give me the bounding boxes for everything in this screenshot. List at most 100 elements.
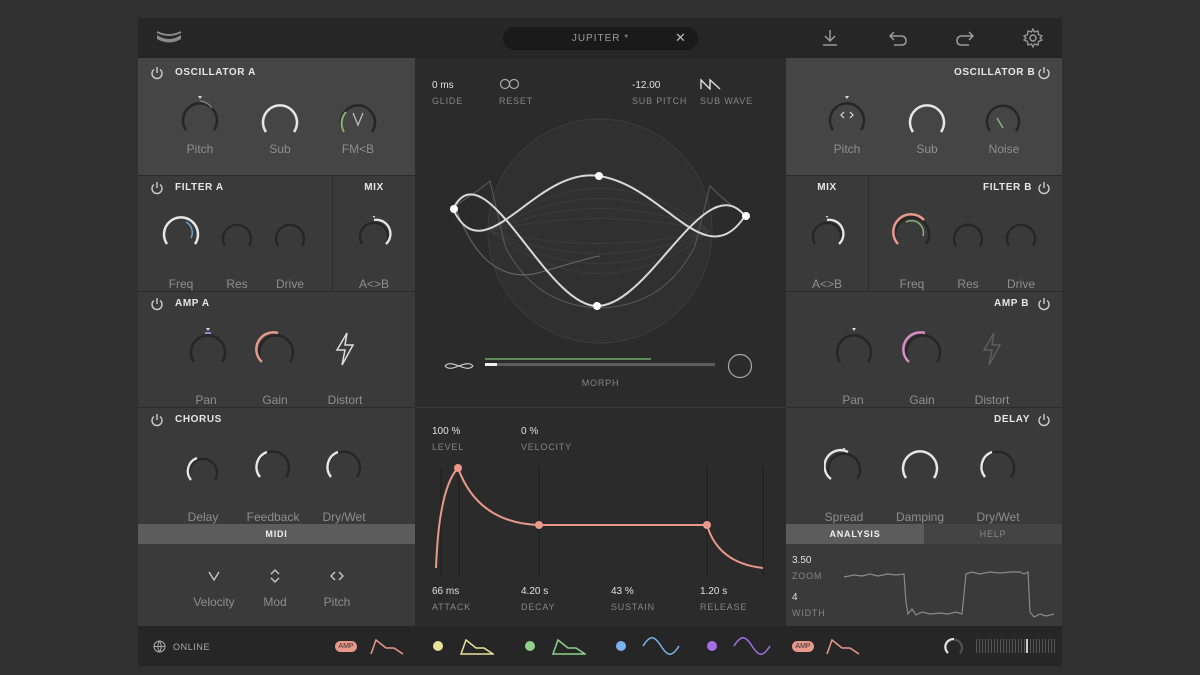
lfo-4-dot[interactable]	[707, 641, 717, 651]
lfo-1-shape-icon[interactable]	[460, 637, 494, 655]
chorus-panel: CHORUS Delay Feedback Dry/Wet	[138, 408, 415, 524]
power-icon[interactable]	[1037, 181, 1051, 195]
sine-wave-icon[interactable]	[642, 637, 680, 655]
left-right-icon[interactable]	[329, 570, 345, 582]
pan-knob[interactable]	[186, 328, 230, 372]
pitch-knob[interactable]	[178, 96, 222, 140]
oscillator-a-panel: OSCILLATOR A Pitch Sub FM<B	[138, 58, 415, 175]
knob-label: Pitch	[186, 142, 214, 156]
knob-label: Damping	[895, 510, 945, 524]
sawtooth-wave-icon[interactable]	[700, 78, 722, 90]
midi-panel: Velocity Mod Pitch	[138, 544, 415, 626]
reset-label: RESET	[499, 96, 534, 106]
gear-icon[interactable]	[1023, 28, 1043, 48]
drive-knob[interactable]	[272, 218, 308, 254]
pitch-knob[interactable]	[825, 96, 869, 140]
sustain-value[interactable]: 43 %	[611, 586, 634, 597]
velocity-label: VELOCITY	[521, 442, 572, 452]
envelope-graph[interactable]	[433, 458, 773, 583]
res-knob[interactable]	[219, 218, 255, 254]
release-value[interactable]: 1.20 s	[700, 586, 727, 597]
knob-label: Dry/Wet	[322, 510, 366, 524]
knob-label: A<>B	[811, 277, 843, 291]
morph-circle-button[interactable]	[727, 353, 753, 379]
level-value[interactable]: 100 %	[432, 426, 460, 437]
knob-label: Distort	[327, 393, 363, 407]
decay-value[interactable]: 4.20 s	[521, 586, 548, 597]
power-icon[interactable]	[150, 297, 164, 311]
redo-icon[interactable]	[955, 29, 975, 47]
gain-knob[interactable]	[254, 328, 298, 372]
power-icon[interactable]	[1037, 413, 1051, 427]
gain-knob[interactable]	[901, 328, 945, 372]
attack-value[interactable]: 66 ms	[432, 586, 459, 597]
fm-knob[interactable]	[336, 98, 380, 142]
filter-a-panel: FILTER A Freq Res Drive	[138, 176, 332, 291]
mix-knob[interactable]	[809, 216, 845, 252]
velocity-value[interactable]: 0 %	[521, 426, 538, 437]
knob-label: Spread	[824, 510, 864, 524]
knob-label: Pan	[195, 393, 217, 407]
drive-knob[interactable]	[1003, 218, 1039, 254]
sub-pitch-label: SUB PITCH	[632, 96, 688, 106]
sub-knob[interactable]	[258, 98, 302, 142]
dry-wet-knob[interactable]	[978, 446, 1018, 486]
pan-knob[interactable]	[832, 328, 876, 372]
lfo-2-shape-icon[interactable]	[552, 637, 586, 655]
zoom-value[interactable]: 3.50	[792, 555, 811, 566]
reset-icon[interactable]	[499, 78, 521, 90]
width-label: WIDTH	[792, 608, 826, 618]
volume-knob[interactable]	[944, 637, 964, 657]
morph-slider[interactable]	[485, 363, 715, 366]
knob-label: Feedback	[246, 510, 300, 524]
lightning-icon[interactable]	[981, 332, 1003, 366]
spread-knob[interactable]	[824, 448, 864, 488]
power-icon[interactable]	[150, 66, 164, 80]
midi-label: Pitch	[323, 595, 351, 609]
knob-label: FM<B	[341, 142, 375, 156]
power-icon[interactable]	[1037, 297, 1051, 311]
noise-knob[interactable]	[983, 100, 1023, 140]
envelope-shape-icon[interactable]	[370, 637, 404, 655]
knob-label: Drive	[275, 277, 304, 291]
sub-knob[interactable]	[905, 98, 949, 142]
power-icon[interactable]	[150, 413, 164, 427]
mix-knob[interactable]	[356, 216, 392, 252]
sine-wave-icon[interactable]	[733, 637, 771, 655]
delay-knob[interactable]	[185, 452, 221, 488]
sub-pitch-value[interactable]: -12.00	[632, 80, 660, 91]
lfo-1-dot[interactable]	[433, 641, 443, 651]
tab-help[interactable]: HELP	[924, 524, 1062, 544]
glide-value[interactable]: 0 ms	[432, 80, 454, 91]
amp-badge: AMP	[335, 641, 357, 652]
download-icon[interactable]	[821, 29, 839, 47]
lightning-icon[interactable]	[334, 332, 356, 366]
sustain-label: SUSTAIN	[611, 602, 655, 612]
preset-selector[interactable]: JUPITER * ✕	[503, 27, 698, 50]
damping-knob[interactable]	[898, 444, 942, 488]
power-icon[interactable]	[150, 181, 164, 195]
filter-b-panel: FILTER B Freq Res Drive	[869, 176, 1062, 291]
res-knob[interactable]	[950, 218, 986, 254]
freq-knob[interactable]	[159, 210, 203, 254]
lfo-3-dot[interactable]	[616, 641, 626, 651]
envelope-shape-icon[interactable]	[826, 637, 860, 655]
lfo-2-dot[interactable]	[525, 641, 535, 651]
power-icon[interactable]	[1037, 66, 1051, 80]
sub-wave-label: SUB WAVE	[700, 96, 753, 106]
tab-analysis[interactable]: ANALYSIS	[786, 524, 924, 544]
knob-label: Sub	[916, 142, 938, 156]
knob-label: Delay	[187, 510, 219, 524]
logo-icon	[156, 31, 182, 43]
up-down-icon[interactable]	[269, 568, 281, 584]
panel-title: FILTER A	[175, 182, 224, 193]
width-value[interactable]: 4	[792, 592, 798, 603]
morph-shape-icon[interactable]	[444, 358, 474, 374]
feedback-knob[interactable]	[253, 446, 293, 486]
wavetable-display[interactable]	[445, 106, 755, 346]
chevron-down-icon[interactable]	[207, 570, 221, 582]
undo-icon[interactable]	[888, 29, 908, 47]
close-icon[interactable]: ✕	[675, 30, 686, 46]
freq-knob[interactable]	[890, 210, 934, 254]
dry-wet-knob[interactable]	[324, 446, 364, 486]
